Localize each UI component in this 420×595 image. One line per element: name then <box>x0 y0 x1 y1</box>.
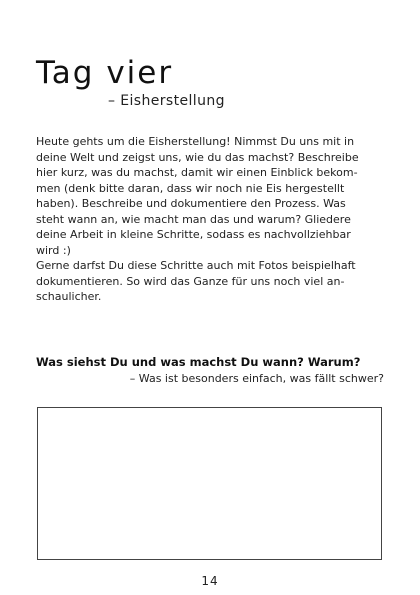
page-subtitle: – Eisherstellung <box>108 93 225 109</box>
instructions-line: wird :) <box>36 243 71 257</box>
instructions-line: dokumentieren. So wird das Ganze für uns… <box>36 274 345 288</box>
instructions-line: Gerne darfst Du diese Schritte auch mit … <box>36 259 356 272</box>
instructions-paragraph: Heute gehts um die Eisherstellung! Nimms… <box>36 134 388 305</box>
instructions-line: schaulicher. <box>36 290 102 303</box>
question-subheading: – Was ist besonders einfach, was fällt s… <box>129 372 384 385</box>
answer-box[interactable] <box>37 407 382 560</box>
instructions-line: men (denk bitte daran, dass wir noch nie… <box>36 181 345 195</box>
question-heading: Was siehst Du und was machst Du wann? Wa… <box>36 355 361 369</box>
instructions-line: haben). Beschreibe und dokumentiere den … <box>36 197 346 210</box>
workbook-page: Tag vier – Eisherstellung Heute gehts um… <box>0 0 420 595</box>
instructions-line: steht wann an, wie macht man das und war… <box>36 212 351 226</box>
page-number: 14 <box>201 574 219 588</box>
instructions-line: hier kurz, was du machst, damit wir eine… <box>36 166 358 179</box>
instructions-line: Heute gehts um die Eisherstellung! Nimms… <box>36 135 355 148</box>
page-title: Tag vier <box>36 55 174 91</box>
instructions-line: deine Welt und zeigst uns, wie du das ma… <box>36 150 359 164</box>
instructions-line: deine Arbeit in kleine Schritte, sodass … <box>36 228 351 241</box>
